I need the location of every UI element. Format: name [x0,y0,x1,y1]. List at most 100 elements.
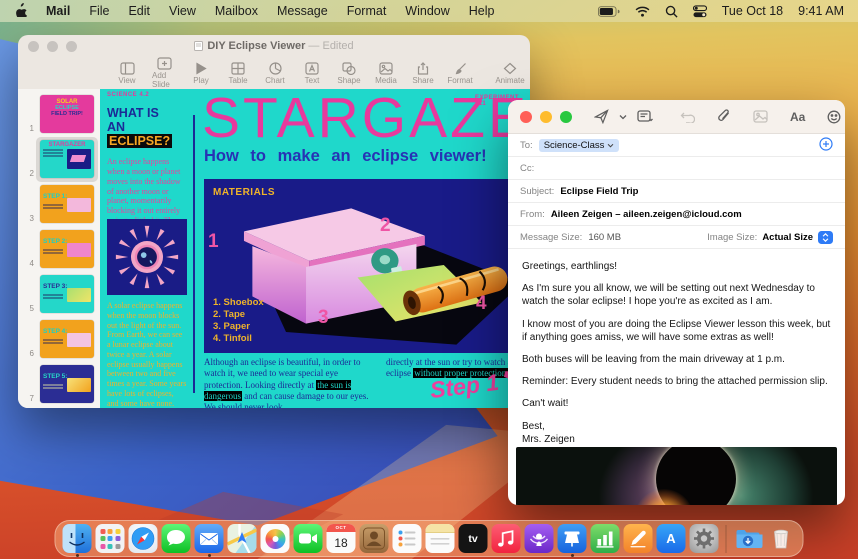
shape-button[interactable]: Shape [337,61,361,85]
thumb-title: STEP 4: [43,328,68,335]
slide-number: 3 [29,214,34,223]
fonts-button[interactable]: Aa [782,110,813,124]
play-icon [196,61,207,75]
header-fields-button[interactable] [629,110,662,123]
dock-icon-podcasts[interactable] [524,524,554,553]
menu-item-window[interactable]: Window [405,4,449,18]
view-icon [119,61,135,75]
shape-icon [342,61,356,75]
dock-icon-music[interactable] [491,524,521,553]
slide-thumbnail-1[interactable]: 1 SOLAR ECLIPSE FIELD TRIP! [18,92,100,137]
menu-item-view[interactable]: View [169,4,196,18]
from-value[interactable]: Aileen Zeigen – aileen.zeigen@icloud.com [551,209,742,220]
thumb-title: STEP 5: [43,373,68,380]
slide-thumbnail-7[interactable]: 7 STEP 5: [18,362,100,407]
menu-date[interactable]: Tue Oct 18 [722,4,783,18]
slide-thumbnail-5[interactable]: 5 STEP 3: [18,272,100,317]
slide-canvas[interactable]: SCIENCE 4.2 EXPERIMENT #11 WHAT IS AN EC… [100,89,530,408]
window-title: DIY Eclipse Viewer — Edited [18,40,530,52]
search-icon[interactable] [665,5,678,18]
slide-thumbnail-6[interactable]: 6 STEP 4: [18,317,100,362]
menu-time[interactable]: 9:41 AM [798,4,844,18]
wifi-icon[interactable] [635,6,650,17]
running-indicator [207,554,211,557]
zoom-button[interactable] [560,110,572,123]
thumb-title: STEP 3: [43,283,68,290]
dock-icon-pages[interactable] [623,524,653,553]
format-button[interactable]: Format [447,62,473,85]
play-button[interactable]: Play [189,61,213,85]
dock-icon-photos[interactable] [260,524,290,553]
minimize-button[interactable] [540,110,552,123]
send-options-button[interactable] [617,114,629,120]
to-field[interactable]: To: Science-Class [508,134,845,157]
table-button[interactable]: Table [226,61,250,85]
dock-icon-system-settings[interactable] [689,524,719,553]
subject-label: Subject: [520,185,555,197]
image-size-value[interactable]: Actual Size [762,232,813,243]
emoji-button[interactable] [819,110,845,124]
dock-icon-safari[interactable] [128,524,158,553]
slide-thumbnail-4[interactable]: 4 STEP 2: [18,227,100,272]
dock-icon-mail[interactable] [194,524,224,553]
close-button[interactable] [520,110,532,123]
dock-icon-trash[interactable] [767,524,796,553]
dock-icon-keynote[interactable] [557,524,587,553]
add-slide-button[interactable]: Add Slide [152,57,176,89]
dock-icon-finder[interactable] [62,524,92,553]
dock-icon-messages[interactable] [161,524,191,553]
signature-line: Mrs. Zeigen [522,433,575,445]
slide-thumbnail-8[interactable]: DID YOU KNO [18,407,100,408]
chart-button[interactable]: Chart [263,61,287,85]
share-button[interactable]: Share [411,61,435,85]
chart-icon [268,61,282,75]
menu-item-file[interactable]: File [89,4,109,18]
send-button[interactable] [586,109,617,124]
cc-field[interactable]: Cc: [508,157,845,180]
menu-item-format[interactable]: Format [347,4,387,18]
recipient-token[interactable]: Science-Class [538,138,620,152]
dock-icon-launchpad[interactable] [95,524,125,553]
slide-thumbnail-2-selected[interactable]: 2 STARGAZER [18,137,100,182]
dock-icon-contacts[interactable] [359,524,389,553]
dock-icon-reminders[interactable] [392,524,422,553]
chevron-down-icon [608,143,614,147]
slide-thumbnail-3[interactable]: 3 STEP 1: [18,182,100,227]
menu-item-mailbox[interactable]: Mailbox [215,4,258,18]
apple-logo-icon[interactable] [14,2,28,20]
dock-icon-app-store[interactable]: A [656,524,686,553]
text-button[interactable]: Text [300,61,324,85]
attach-button[interactable] [709,109,739,124]
control-center-icon[interactable] [692,4,707,18]
dock-icon-facetime[interactable] [293,524,323,553]
menu-item-edit[interactable]: Edit [128,4,150,18]
battery-icon[interactable] [597,5,620,17]
message-body[interactable]: Greetings, earthlings! As I'm sure you a… [508,253,845,505]
dock-icon-numbers[interactable] [590,524,620,553]
dock-icon-downloads[interactable] [734,524,763,553]
image-size-stepper[interactable] [818,230,833,244]
subject-value[interactable]: Eclipse Field Trip [560,186,638,197]
undo-icon [680,112,695,123]
subject-field[interactable]: Subject: Eclipse Field Trip [508,180,845,203]
animate-button[interactable]: Animate [495,62,525,85]
emoji-icon [827,110,841,123]
dock-icon-maps[interactable] [227,524,257,553]
menu-app-name[interactable]: Mail [46,4,70,18]
menu-item-message[interactable]: Message [277,4,328,18]
photo-browser-button[interactable] [745,110,776,123]
from-field[interactable]: From: Aileen Zeigen – aileen.zeigen@iclo… [508,203,845,226]
dock-icon-tv[interactable]: tv [458,524,488,553]
dock-icon-notes[interactable] [425,524,455,553]
eclipse-photo-attachment[interactable] [516,446,837,505]
view-button[interactable]: View [115,61,139,85]
undo-button[interactable] [672,110,703,123]
cc-label: Cc: [520,162,535,174]
what-is-heading: WHAT IS AN ECLIPSE? [107,106,173,148]
add-recipient-button[interactable] [819,136,833,154]
media-button[interactable]: Media [374,61,398,85]
keynote-window: DIY Eclipse Viewer — Edited View Add Sli… [18,35,530,408]
dock-icon-calendar[interactable]: OCT 18 [326,524,356,553]
menu-item-help[interactable]: Help [469,4,495,18]
mail-toolbar: Aa » [508,100,845,134]
